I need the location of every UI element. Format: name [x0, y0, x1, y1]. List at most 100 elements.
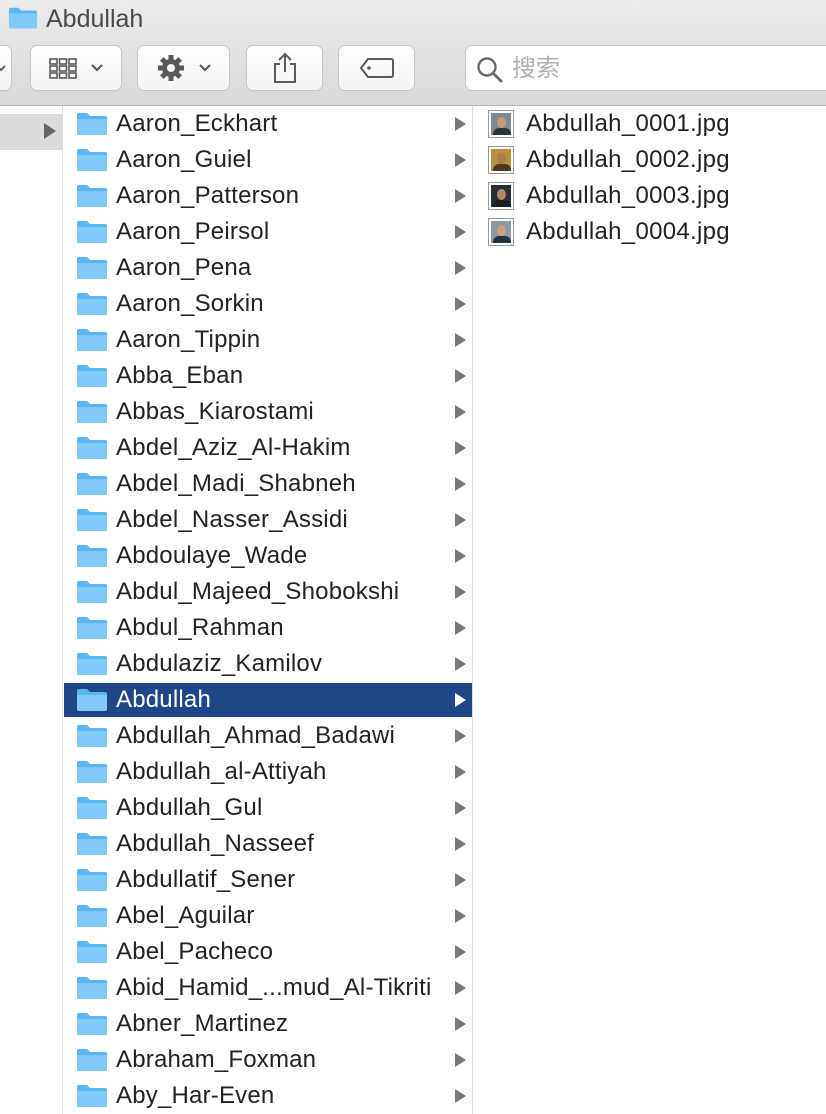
folder-icon: [77, 1013, 107, 1035]
folder-icon: [77, 221, 107, 243]
nav-button[interactable]: [0, 45, 12, 91]
folder-row[interactable]: Abdul_Majeed_Shobokshi: [64, 575, 472, 609]
folder-label: Abdel_Madi_Shabneh: [116, 470, 356, 497]
folder-icon: [77, 941, 107, 963]
disclosure-arrow-icon: [455, 837, 466, 851]
folder-label: Aaron_Tippin: [116, 326, 261, 353]
folder-row[interactable]: Abdulaziz_Kamilov: [64, 647, 472, 681]
folder-icon: [77, 833, 107, 855]
folder-icon: [8, 7, 38, 29]
folder-row[interactable]: Abdullah_Nasseef: [64, 827, 472, 861]
folder-row[interactable]: Abel_Pacheco: [64, 935, 472, 969]
photo-thumbnail-icon: [488, 182, 514, 210]
folder-row[interactable]: Abner_Martinez: [64, 1007, 472, 1041]
folder-row[interactable]: Abdullah_Ahmad_Badawi: [64, 719, 472, 753]
file-list-column[interactable]: Abdullah_0001.jpg Abdullah_0002.jpg Abdull…: [474, 106, 826, 1114]
disclosure-arrow-icon: [455, 729, 466, 743]
disclosure-arrow-icon: [455, 657, 466, 671]
folder-icon: [77, 869, 107, 891]
toolbar: Abdullah: [0, 0, 826, 106]
search-input[interactable]: [512, 46, 812, 90]
folder-label: Abdullah_Gul: [116, 794, 263, 821]
folder-label: Aaron_Guiel: [116, 146, 252, 173]
folder-icon: [77, 437, 107, 459]
folder-label: Abel_Pacheco: [116, 938, 274, 965]
folder-label: Abdul_Majeed_Shobokshi: [116, 578, 400, 605]
tag-button[interactable]: [338, 45, 415, 91]
folder-row[interactable]: Aaron_Guiel: [64, 143, 472, 177]
folder-label: Abdoulaye_Wade: [116, 542, 308, 569]
folder-label: Abraham_Foxman: [116, 1046, 317, 1073]
folder-row[interactable]: Abdullah_Gul: [64, 791, 472, 825]
folder-row[interactable]: Aaron_Patterson: [64, 179, 472, 213]
folder-row[interactable]: Abdel_Madi_Shabneh: [64, 467, 472, 501]
file-row[interactable]: Abdullah_0002.jpg: [474, 143, 826, 177]
chevron-down-icon: [0, 65, 6, 72]
folder-row[interactable]: Abdullah_al-Attiyah: [64, 755, 472, 789]
folder-row[interactable]: Abdullatif_Sener: [64, 863, 472, 897]
folder-label: Abba_Eban: [116, 362, 244, 389]
folder-row[interactable]: Abraham_Foxman: [64, 1043, 472, 1077]
folder-row[interactable]: Abba_Eban: [64, 359, 472, 393]
disclosure-arrow-icon: [455, 369, 466, 383]
disclosure-arrow-icon: [455, 1089, 466, 1103]
folder-label: Aaron_Eckhart: [116, 110, 278, 137]
folder-label: Abdullatif_Sener: [116, 866, 296, 893]
folder-row[interactable]: Aby_Har-Even: [64, 1079, 472, 1113]
share-icon: [273, 52, 296, 83]
folder-icon: [77, 149, 107, 171]
folder-icon: [77, 977, 107, 999]
folder-row[interactable]: Abdullah: [64, 683, 472, 717]
disclosure-arrow-icon: [455, 765, 466, 779]
folder-row[interactable]: Aaron_Tippin: [64, 323, 472, 357]
disclosure-arrow-icon: [455, 945, 466, 959]
window-title: Abdullah: [46, 5, 144, 33]
folder-icon: [77, 1085, 107, 1107]
folder-row[interactable]: Aaron_Eckhart: [64, 107, 472, 141]
disclosure-arrow-icon: [455, 153, 466, 167]
folder-label: Aaron_Peirsol: [116, 218, 270, 245]
folder-icon: [77, 293, 107, 315]
folder-row[interactable]: Aaron_Sorkin: [64, 287, 472, 321]
file-row[interactable]: Abdullah_0001.jpg: [474, 107, 826, 141]
parent-selected-row[interactable]: [0, 114, 62, 150]
folder-icon: [77, 797, 107, 819]
folder-label: Abdullah_Nasseef: [116, 830, 315, 857]
folder-label: Abdullah_Ahmad_Badawi: [116, 722, 396, 749]
folder-icon: [77, 581, 107, 603]
disclosure-arrow-icon: [455, 441, 466, 455]
file-row[interactable]: Abdullah_0003.jpg: [474, 179, 826, 213]
folder-row[interactable]: Aaron_Pena: [64, 251, 472, 285]
photo-thumbnail-icon: [488, 218, 514, 246]
folder-icon: [77, 545, 107, 567]
share-button[interactable]: [246, 45, 323, 91]
folder-icon: [77, 905, 107, 927]
photo-thumbnail-icon: [488, 110, 514, 138]
folder-row[interactable]: Abdel_Nasser_Assidi: [64, 503, 472, 537]
parent-column[interactable]: [0, 106, 63, 1114]
folder-label: Abid_Hamid_...mud_Al-Tikriti: [116, 974, 432, 1001]
grid-view-icon: [49, 58, 77, 79]
folder-label: Abdel_Nasser_Assidi: [116, 506, 348, 533]
action-button[interactable]: [137, 45, 230, 91]
disclosure-arrow-icon: [455, 189, 466, 203]
folder-row[interactable]: Abdoulaye_Wade: [64, 539, 472, 573]
folder-row[interactable]: Abdul_Rahman: [64, 611, 472, 645]
folder-icon: [77, 329, 107, 351]
folder-row[interactable]: Aaron_Peirsol: [64, 215, 472, 249]
folder-row[interactable]: Abid_Hamid_...mud_Al-Tikriti: [64, 971, 472, 1005]
disclosure-arrow-icon: [455, 1053, 466, 1067]
file-row[interactable]: Abdullah_0004.jpg: [474, 215, 826, 249]
folder-list-column[interactable]: Aaron_Eckhart Aaron_Guiel Aaron_Patterson A…: [64, 106, 473, 1114]
disclosure-arrow-icon: [455, 873, 466, 887]
folder-row[interactable]: Abel_Aguilar: [64, 899, 472, 933]
photo-thumbnail-icon: [488, 146, 514, 174]
folder-label: Abbas_Kiarostami: [116, 398, 314, 425]
file-label: Abdullah_0003.jpg: [526, 182, 730, 209]
folder-label: Abdul_Rahman: [116, 614, 284, 641]
folder-icon: [77, 365, 107, 387]
folder-row[interactable]: Abdel_Aziz_Al-Hakim: [64, 431, 472, 465]
view-options-button[interactable]: [30, 45, 122, 91]
folder-row[interactable]: Abbas_Kiarostami: [64, 395, 472, 429]
search-field[interactable]: [465, 45, 826, 91]
